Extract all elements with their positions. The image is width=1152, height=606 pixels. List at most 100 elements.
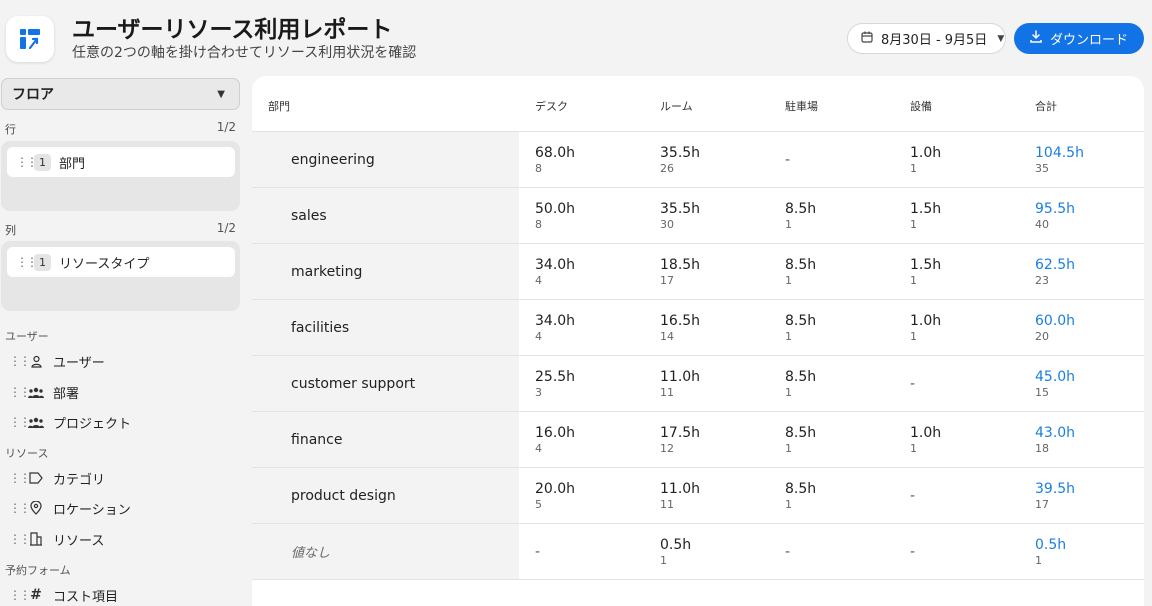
- total-hours[interactable]: 43.0h: [1035, 424, 1075, 442]
- table-cell-total[interactable]: 45.0h 15: [1035, 368, 1075, 399]
- cell-count: 30: [660, 218, 674, 231]
- cell-count: 4: [535, 330, 542, 343]
- table-row: engineering 68.0h 8 35.5h 26 - 1.0h 1 104.5h 35: [252, 132, 1144, 188]
- table-cell-total[interactable]: 43.0h 18: [1035, 424, 1075, 455]
- app-logo-icon: [6, 16, 54, 62]
- drag-handle-icon[interactable]: ⋮⋮: [16, 155, 38, 169]
- table-cell: 1.0h 1: [910, 312, 941, 343]
- drag-handle-icon[interactable]: ⋮⋮: [9, 471, 31, 485]
- drag-handle-icon[interactable]: ⋮⋮: [9, 385, 31, 399]
- chevron-down-icon: ▼: [217, 88, 225, 100]
- field-project[interactable]: ⋮⋮ プロジェクト: [9, 412, 131, 432]
- table-cell-total[interactable]: 104.5h 35: [1035, 144, 1084, 175]
- cell-count: 1: [785, 330, 792, 343]
- total-hours[interactable]: 60.0h: [1035, 312, 1075, 330]
- cell-count: 1: [785, 274, 792, 287]
- download-button[interactable]: ダウンロード: [1014, 23, 1144, 54]
- total-hours[interactable]: 45.0h: [1035, 368, 1075, 386]
- table-cell-empty: -: [910, 376, 916, 392]
- cell-hours: 8.5h: [785, 201, 817, 217]
- download-label: ダウンロード: [1049, 33, 1128, 48]
- field-label: ユーザー: [53, 355, 105, 371]
- field-resource[interactable]: ⋮⋮ リソース: [9, 529, 104, 549]
- cell-hours: 8.5h: [785, 369, 817, 385]
- column-header-parking[interactable]: 駐車場: [785, 98, 818, 114]
- field-label: リソース: [53, 533, 105, 549]
- row-header-department: product design: [252, 468, 519, 523]
- row-header-department: 値なし: [252, 524, 519, 579]
- column-header-department[interactable]: 部門: [268, 98, 290, 114]
- table-cell: 68.0h 8: [535, 144, 575, 175]
- cell-count: 14: [660, 330, 674, 343]
- table-cell: 8.5h 1: [785, 256, 816, 287]
- cell-hours: 11.0h: [660, 369, 701, 385]
- cell-hours: 8.5h: [785, 425, 817, 441]
- floor-select-label: フロア: [12, 87, 54, 103]
- cell-hours: 8.5h: [785, 481, 817, 497]
- cell-count: 12: [660, 442, 674, 455]
- hash-icon: #: [30, 587, 42, 603]
- field-cost-item[interactable]: ⋮⋮ # コスト項目: [9, 585, 118, 605]
- rows-section-label: 行: [5, 123, 16, 136]
- table-cell: 35.5h 30: [660, 200, 700, 231]
- column-header-room[interactable]: ルーム: [660, 98, 693, 114]
- table-cell-empty: -: [910, 544, 916, 560]
- cell-hours: 16.5h: [660, 313, 701, 329]
- rows-drop-zone[interactable]: ⋮⋮ 1 部門: [1, 141, 240, 211]
- cell-hours: 1.0h: [910, 145, 942, 161]
- cell-count: 5: [535, 498, 542, 511]
- date-range-label: 8月30日 - 9月5日: [881, 33, 988, 48]
- col-axis-chip[interactable]: ⋮⋮ 1 リソースタイプ: [7, 247, 235, 277]
- drag-handle-icon[interactable]: ⋮⋮: [16, 255, 38, 269]
- field-department[interactable]: ⋮⋮ 部署: [9, 382, 79, 402]
- table-cell: 35.5h 26: [660, 144, 700, 175]
- table-cell-total[interactable]: 62.5h 23: [1035, 256, 1075, 287]
- cell-count: 8: [535, 218, 542, 231]
- rows-count: 1/2: [216, 120, 236, 134]
- drag-handle-icon[interactable]: ⋮⋮: [9, 415, 31, 429]
- row-axis-chip[interactable]: ⋮⋮ 1 部門: [7, 147, 235, 177]
- cell-count: 11: [660, 498, 674, 511]
- table-cell-total[interactable]: 95.5h 40: [1035, 200, 1075, 231]
- column-header-desk[interactable]: デスク: [535, 98, 568, 114]
- total-hours[interactable]: 62.5h: [1035, 256, 1075, 274]
- page-title: ユーザーリソース利用レポート: [72, 17, 393, 43]
- floor-select[interactable]: フロア ▼: [1, 78, 240, 110]
- total-hours[interactable]: 95.5h: [1035, 200, 1075, 218]
- table-row: facilities 34.0h 4 16.5h 14 8.5h 1 1.0h 1 60.0h 20: [252, 300, 1144, 356]
- total-hours[interactable]: 0.5h: [1035, 536, 1066, 554]
- table-cell: 1.0h 1: [910, 144, 941, 175]
- table-row: finance 16.0h 4 17.5h 12 8.5h 1 1.0h 1 43.0h 18: [252, 412, 1144, 468]
- table-cell-total[interactable]: 0.5h 1: [1035, 536, 1066, 567]
- drag-handle-icon[interactable]: ⋮⋮: [9, 532, 31, 546]
- cell-hours: 11.0h: [660, 481, 701, 497]
- location-pin-icon: [28, 501, 44, 515]
- date-range-picker[interactable]: 8月30日 - 9月5日 ▼: [847, 23, 1006, 54]
- cell-count: 17: [660, 274, 674, 287]
- total-count: 35: [1035, 162, 1049, 175]
- total-hours[interactable]: 39.5h: [1035, 480, 1075, 498]
- field-user[interactable]: ⋮⋮ ユーザー: [9, 351, 105, 371]
- cell-hours: 1.5h: [910, 201, 942, 217]
- tag-icon: [28, 472, 44, 484]
- table-cell-total[interactable]: 39.5h 17: [1035, 480, 1075, 511]
- table-row: product design 20.0h 5 11.0h 11 8.5h 1 - 39.5h 17: [252, 468, 1144, 524]
- table-cell: 17.5h 12: [660, 424, 700, 455]
- cols-drop-zone[interactable]: ⋮⋮ 1 リソースタイプ: [1, 241, 240, 311]
- row-header-department: sales: [252, 188, 519, 243]
- table-cell-total[interactable]: 60.0h 20: [1035, 312, 1075, 343]
- table-header: 部門 デスク ルーム 駐車場 設備 合計: [252, 76, 1144, 132]
- drag-handle-icon[interactable]: ⋮⋮: [9, 588, 31, 602]
- drag-handle-icon[interactable]: ⋮⋮: [9, 354, 31, 368]
- total-count: 40: [1035, 218, 1049, 231]
- field-location[interactable]: ⋮⋮ ロケーション: [9, 498, 131, 518]
- column-header-total[interactable]: 合計: [1035, 98, 1057, 114]
- column-header-equipment[interactable]: 設備: [910, 98, 932, 114]
- field-label: コスト項目: [53, 589, 119, 605]
- table-cell: 34.0h 4: [535, 256, 575, 287]
- field-category[interactable]: ⋮⋮ カテゴリ: [9, 468, 105, 488]
- cell-hours: 16.0h: [535, 425, 576, 441]
- chip-label: 部門: [59, 156, 86, 172]
- total-hours[interactable]: 104.5h: [1035, 144, 1084, 162]
- drag-handle-icon[interactable]: ⋮⋮: [9, 501, 31, 515]
